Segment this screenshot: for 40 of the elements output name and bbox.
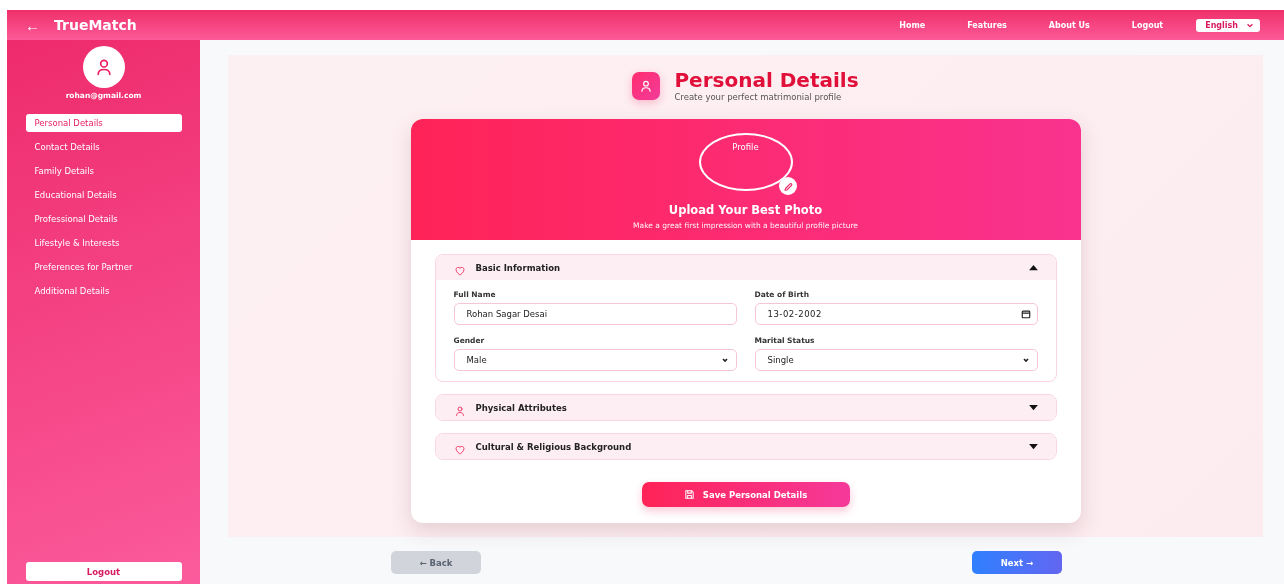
user-icon <box>632 72 661 100</box>
sidebar-item[interactable]: Educational Details <box>25 186 182 204</box>
sidebar-item[interactable]: Family Details <box>25 162 182 180</box>
logout-button[interactable]: Logout <box>25 562 182 581</box>
select-field[interactable]: Male <box>453 349 737 371</box>
language-select[interactable]: English <box>1196 18 1260 32</box>
section-header[interactable]: Cultural & Religious Background <box>435 434 1056 459</box>
expand-arrow-icon <box>1028 404 1038 411</box>
save-button[interactable]: Save Personal Details <box>641 482 850 507</box>
sidebar-item[interactable]: Professional Details <box>25 210 182 228</box>
nav-link[interactable]: Features <box>967 20 1007 30</box>
avatar-icon <box>82 46 125 88</box>
sidebar-item[interactable]: Additional Details <box>25 282 182 300</box>
chevron-down-icon <box>1020 355 1031 365</box>
input-field[interactable]: Rohan Sagar Desai <box>453 303 737 325</box>
pen-icon[interactable] <box>778 177 797 195</box>
page-subtitle: Create your perfect matrimonial profile <box>674 92 843 102</box>
collapse-arrow-icon <box>1028 264 1038 271</box>
brand-logo: TrueMatch <box>54 17 138 33</box>
back-button[interactable]: ← Back <box>391 551 481 574</box>
select-field[interactable]: Single <box>754 349 1038 371</box>
nav-link[interactable]: Home <box>899 20 926 30</box>
section-header[interactable]: Basic Information <box>435 255 1056 280</box>
nav-link[interactable]: About Us <box>1048 20 1090 30</box>
sidebar-item[interactable]: Lifestyle & Interests <box>25 234 182 252</box>
input-field[interactable]: 13-02-2002 <box>754 303 1038 325</box>
sidebar-item[interactable]: Preferences for Partner <box>25 258 182 276</box>
next-button[interactable]: Next → <box>972 551 1062 574</box>
sidebar-item[interactable]: Contact Details <box>25 138 182 156</box>
chevron-down-icon <box>1246 21 1254 29</box>
expand-arrow-icon <box>1028 443 1038 450</box>
upload-title: Upload Your Best Photo <box>668 203 823 217</box>
page-title: Personal Details <box>674 70 859 90</box>
chevron-down-icon <box>719 355 730 365</box>
save-icon <box>683 489 695 500</box>
back-button[interactable]: ← <box>25 16 40 34</box>
section-header[interactable]: Physical Attributes <box>435 395 1056 420</box>
sidebar-item[interactable]: Personal Details <box>25 114 182 132</box>
calendar-icon <box>1020 309 1031 319</box>
nav-link[interactable]: Logout <box>1131 20 1164 30</box>
